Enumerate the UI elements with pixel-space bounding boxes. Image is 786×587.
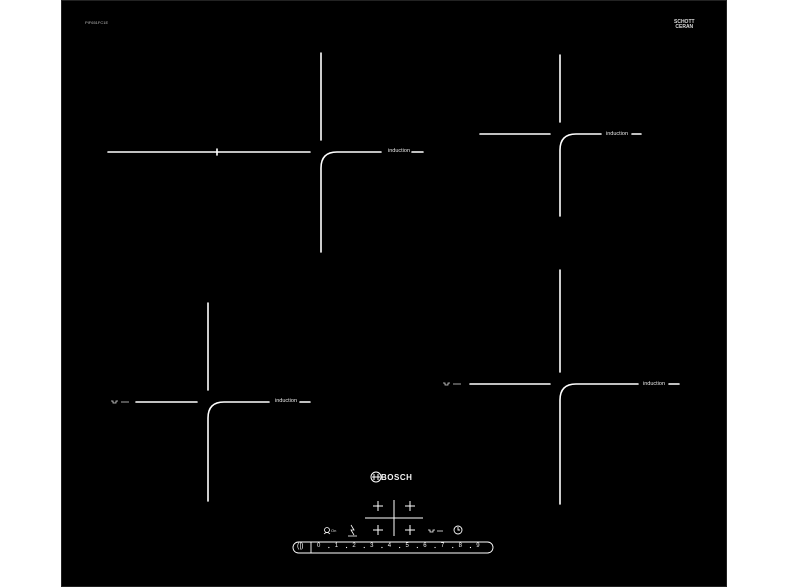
zone-label-front-left-top: induction bbox=[388, 148, 411, 154]
glass-frame bbox=[61, 0, 727, 587]
power-level-dot bbox=[345, 546, 348, 549]
power-level-8[interactable]: 8 bbox=[459, 543, 462, 549]
zone-label-rear-right: induction bbox=[606, 131, 629, 137]
zone-label-front-right: induction bbox=[643, 381, 666, 387]
zone-select-rear-right[interactable] bbox=[405, 501, 415, 511]
zone-select-front-left[interactable] bbox=[373, 525, 383, 535]
power-level-dot bbox=[363, 546, 365, 549]
power-level-1[interactable]: 1 bbox=[335, 543, 338, 549]
zone2-corner-arc bbox=[559, 133, 602, 217]
power-on-off-button[interactable]: (|) bbox=[297, 543, 303, 550]
power-level-dot bbox=[399, 546, 401, 549]
timer-icon[interactable] bbox=[453, 525, 463, 535]
power-level-dot bbox=[434, 546, 436, 549]
zone-select-rear-left[interactable] bbox=[373, 501, 383, 511]
zone1-corner-arc bbox=[320, 151, 382, 253]
power-level-3[interactable]: 3 bbox=[370, 543, 373, 549]
cooktop-surface: PIF651FC1E SCHOTT CERAN induction induct… bbox=[61, 0, 727, 587]
power-level-2[interactable]: 2 bbox=[352, 543, 355, 549]
child-lock-icon[interactable] bbox=[323, 527, 331, 535]
child-lock-label: On bbox=[331, 528, 337, 533]
cooking-zone-front-left-top[interactable] bbox=[107, 52, 424, 253]
power-level-dot bbox=[381, 546, 383, 549]
power-level-6[interactable]: 6 bbox=[423, 543, 426, 549]
boost-icon[interactable] bbox=[348, 524, 357, 537]
model-code: PIF651FC1E bbox=[85, 20, 109, 25]
power-level-5[interactable]: 5 bbox=[406, 543, 409, 549]
schott-ceran-line2: CERAN bbox=[675, 24, 694, 30]
power-level-7[interactable]: 7 bbox=[441, 543, 444, 549]
power-level-dot bbox=[416, 546, 418, 549]
bridge-zone-icon-right bbox=[443, 382, 461, 386]
bosch-logo-mark bbox=[370, 471, 382, 483]
zone-label-front-left: induction bbox=[275, 398, 298, 404]
bridge-zone-icon bbox=[111, 400, 129, 404]
power-level-9[interactable]: 9 bbox=[476, 543, 479, 549]
power-slider-outline bbox=[292, 541, 494, 554]
zone-select-keys bbox=[365, 500, 423, 536]
power-level-dot bbox=[469, 546, 472, 549]
cooking-zone-front-right[interactable] bbox=[469, 269, 680, 505]
power-slider[interactable] bbox=[292, 541, 494, 554]
power-level-0[interactable]: 0 bbox=[317, 543, 320, 549]
schott-ceran-logo: SCHOTT CERAN bbox=[674, 20, 695, 30]
zone-select-front-right[interactable] bbox=[405, 525, 415, 535]
zone4-corner-arc bbox=[559, 383, 639, 505]
brand-name: BOSCH bbox=[381, 473, 413, 482]
zone3-corner-arc bbox=[207, 401, 270, 502]
power-level-ticks bbox=[328, 546, 472, 549]
cooktop-markings bbox=[61, 0, 727, 587]
power-level-4[interactable]: 4 bbox=[388, 543, 391, 549]
flex-zone-icon[interactable] bbox=[428, 529, 443, 533]
power-level-dot bbox=[452, 546, 454, 549]
power-level-dot bbox=[328, 546, 330, 549]
